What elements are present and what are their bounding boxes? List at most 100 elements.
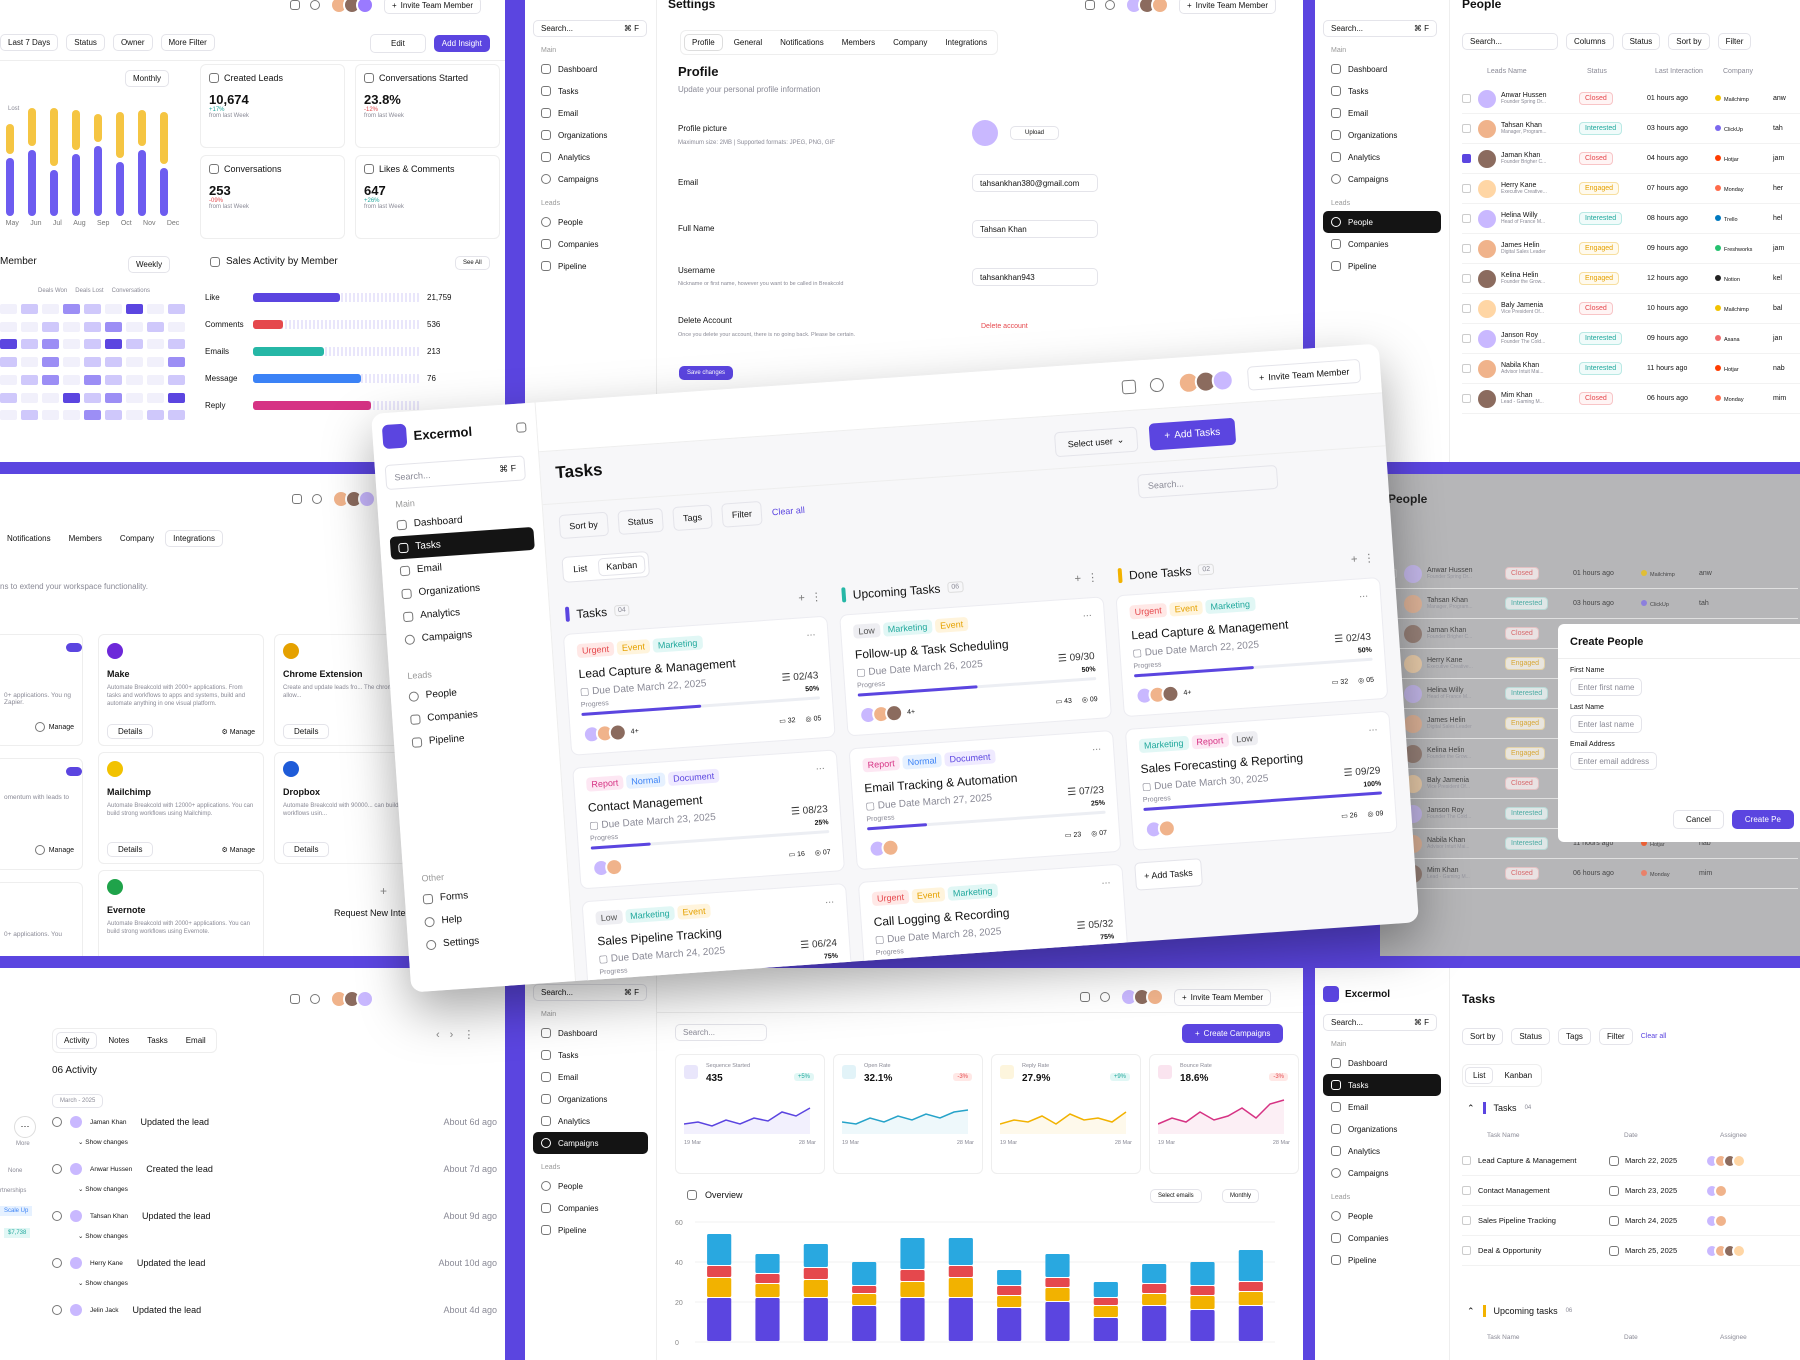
status-button[interactable]: Status [616, 507, 664, 535]
collapse-icon[interactable]: ⌃ [1467, 1306, 1475, 1317]
kanban-search[interactable]: Search... [1137, 464, 1279, 499]
tab-tasks[interactable]: Tasks [140, 1033, 174, 1048]
filter-more[interactable]: More Filter [160, 34, 215, 51]
collapse-icon[interactable]: ⌃ [1467, 1103, 1475, 1114]
upload-button[interactable]: Upload [1010, 126, 1060, 140]
sidebar-item-people[interactable]: People [1323, 211, 1441, 233]
more-icon[interactable]: ⋯ [1092, 743, 1102, 755]
sidebar-item-people[interactable]: People [533, 1175, 648, 1197]
row-checkbox[interactable] [1462, 1216, 1471, 1225]
delete-account-link[interactable]: Delete account [981, 323, 1028, 330]
row-checkbox[interactable] [1462, 334, 1471, 343]
task-card[interactable]: Urgent Event Marketing ⋯ Lead Capture & Mana… [1115, 576, 1389, 718]
table-row[interactable]: Baly JameniaVice President Of... Closed10… [1462, 294, 1800, 324]
more-icon[interactable]: ⋮ [463, 1028, 474, 1041]
task-card[interactable]: Low Marketing Event ⋯ Follow-up & Task Sched… [839, 596, 1113, 737]
row-checkbox[interactable] [1462, 1156, 1471, 1165]
show-changes-toggle[interactable]: ⌄ Show changes [78, 1138, 497, 1146]
status-button[interactable]: Status [1621, 33, 1661, 50]
calendar-icon[interactable] [290, 994, 300, 1004]
filter-status[interactable]: Status [66, 34, 105, 51]
tab-activity[interactable]: Activity [56, 1032, 98, 1049]
table-row[interactable]: Lead Capture & Management March 22, 2025 [1462, 1146, 1800, 1176]
sidebar-item-tasks[interactable]: Tasks [1323, 1074, 1441, 1096]
row-checkbox[interactable] [1462, 304, 1471, 313]
sidebar-item-pipeline[interactable]: Pipeline [533, 1219, 648, 1241]
tab-company[interactable]: Company [113, 531, 161, 546]
bell-icon[interactable] [1100, 992, 1110, 1002]
show-changes-toggle[interactable]: ⌄ Show changes [78, 1185, 497, 1193]
manage-button[interactable]: ⚙ Manage [221, 728, 255, 736]
sidebar-item-tasks[interactable]: Tasks [1323, 80, 1441, 102]
invite-button[interactable]: + Invite Team Member [384, 0, 481, 14]
sidebar-item-dashboard[interactable]: Dashboard [533, 1022, 648, 1044]
sidebar-item-dashboard[interactable]: Dashboard [533, 58, 648, 80]
list-view-tab[interactable]: List [1465, 1067, 1494, 1084]
sort-button[interactable]: Sort by [1668, 33, 1710, 50]
row-checkbox[interactable] [1462, 184, 1471, 193]
table-row[interactable]: Deal & Opportunity March 25, 2025 [1462, 1236, 1800, 1266]
sidebar-item-organizations[interactable]: Organizations [1323, 124, 1441, 146]
sidebar-item-people[interactable]: People [533, 211, 648, 233]
sidebar-item-analytics[interactable]: Analytics [533, 146, 648, 168]
sidebar-search[interactable]: Search... ⌘ F [533, 984, 647, 1001]
sidebar-item-people[interactable]: People [1323, 1205, 1441, 1227]
sidebar-item-campaigns[interactable]: Campaigns [533, 168, 648, 190]
create-button[interactable]: Create Pe [1731, 810, 1794, 829]
kanban-view-tab[interactable]: Kanban [597, 555, 646, 577]
more-icon[interactable]: ⋯ [806, 629, 816, 641]
sidebar-item-companies[interactable]: Companies [1323, 1227, 1441, 1249]
weekly-select[interactable]: Weekly [128, 256, 171, 273]
request-integration-link[interactable]: Request New Inte [334, 908, 406, 918]
row-checkbox[interactable] [1462, 244, 1471, 253]
columns-button[interactable]: Columns [1566, 33, 1614, 50]
calendar-icon[interactable] [290, 0, 300, 10]
table-row[interactable]: James HelinDigital Sales Leader Engaged09… [1462, 234, 1800, 264]
row-checkbox[interactable] [1462, 274, 1471, 283]
sidebar-item-campaigns[interactable]: Campaigns [533, 1132, 648, 1154]
calendar-icon[interactable] [292, 494, 302, 504]
more-icon[interactable]: ⋯ [815, 763, 825, 775]
table-row[interactable]: Nabila Khan Advisor Intuit Mai... Interest… [1462, 354, 1800, 384]
filter-button[interactable]: Filter [721, 500, 763, 528]
sidebar-item-analytics[interactable]: Analytics [1323, 1140, 1441, 1162]
row-checkbox[interactable] [1462, 1186, 1471, 1195]
email-input[interactable]: Enter email address [1570, 752, 1658, 770]
table-row[interactable]: Helina Willy Head of France M... Intereste… [1462, 204, 1800, 234]
sidebar-search[interactable]: Search... ⌘ F [1323, 20, 1437, 37]
sidebar-item-companies[interactable]: Companies [533, 233, 648, 255]
sidebar-item-dashboard[interactable]: Dashboard [1323, 1052, 1441, 1074]
more-icon[interactable]: ⋯ [1082, 610, 1092, 622]
filter-owner[interactable]: Owner [112, 34, 153, 51]
table-row[interactable]: Tahsan Khan Manager, Program... Interested… [1388, 589, 1798, 619]
row-checkbox[interactable] [1462, 154, 1471, 163]
add-insight-button[interactable]: Add Insight [433, 35, 490, 52]
column-actions[interactable]: + ⋮ [1351, 551, 1375, 566]
details-button[interactable]: Details [283, 724, 330, 739]
sidebar-item-email[interactable]: Email [1323, 102, 1441, 124]
sort-button[interactable]: Sort by [558, 511, 609, 540]
sidebar-item-organizations[interactable]: Organizations [533, 124, 648, 146]
clear-all-link[interactable]: Clear all [1641, 1033, 1667, 1040]
sidebar-search[interactable]: Search... ⌘ F [384, 455, 527, 491]
table-row[interactable]: Janson RoyFounder The Cold... Interested0… [1462, 324, 1800, 354]
more-icon[interactable]: ⋯ [1368, 724, 1378, 736]
select-user-dropdown[interactable]: Select user ⌄ [1053, 426, 1139, 458]
edit-button[interactable]: Edit [370, 34, 426, 53]
table-row[interactable]: Anwar Hussen Founder Spring Dr... Closed 01… [1462, 84, 1800, 114]
table-row[interactable]: Herry KaneExecutive Creative... Engaged07… [1462, 174, 1800, 204]
tab-profile[interactable]: Profile [684, 34, 723, 51]
table-row[interactable]: Mim Khan Lead - Gaming M... Closed 06 hours… [1388, 859, 1798, 889]
show-changes-toggle[interactable]: ⌄ Show changes [78, 1232, 497, 1240]
sidebar-item-companies[interactable]: Companies [1323, 233, 1441, 255]
tab-members[interactable]: Members [62, 531, 109, 546]
tab-email[interactable]: Email [179, 1033, 213, 1048]
add-task-button[interactable]: + Add Tasks [1134, 858, 1203, 891]
sort-button[interactable]: Sort by [1462, 1028, 1504, 1045]
tab-notifications[interactable]: Notifications [0, 531, 58, 546]
sidebar-item-campaigns[interactable]: Campaigns [1323, 168, 1441, 190]
invite-button[interactable]: + Invite Team Member [1179, 0, 1276, 14]
add-tasks-button[interactable]: + Add Tasks [1148, 417, 1237, 451]
select-emails-dropdown[interactable]: Select emails [1150, 1189, 1202, 1203]
sidebar-item-organizations[interactable]: Organizations [1323, 1118, 1441, 1140]
